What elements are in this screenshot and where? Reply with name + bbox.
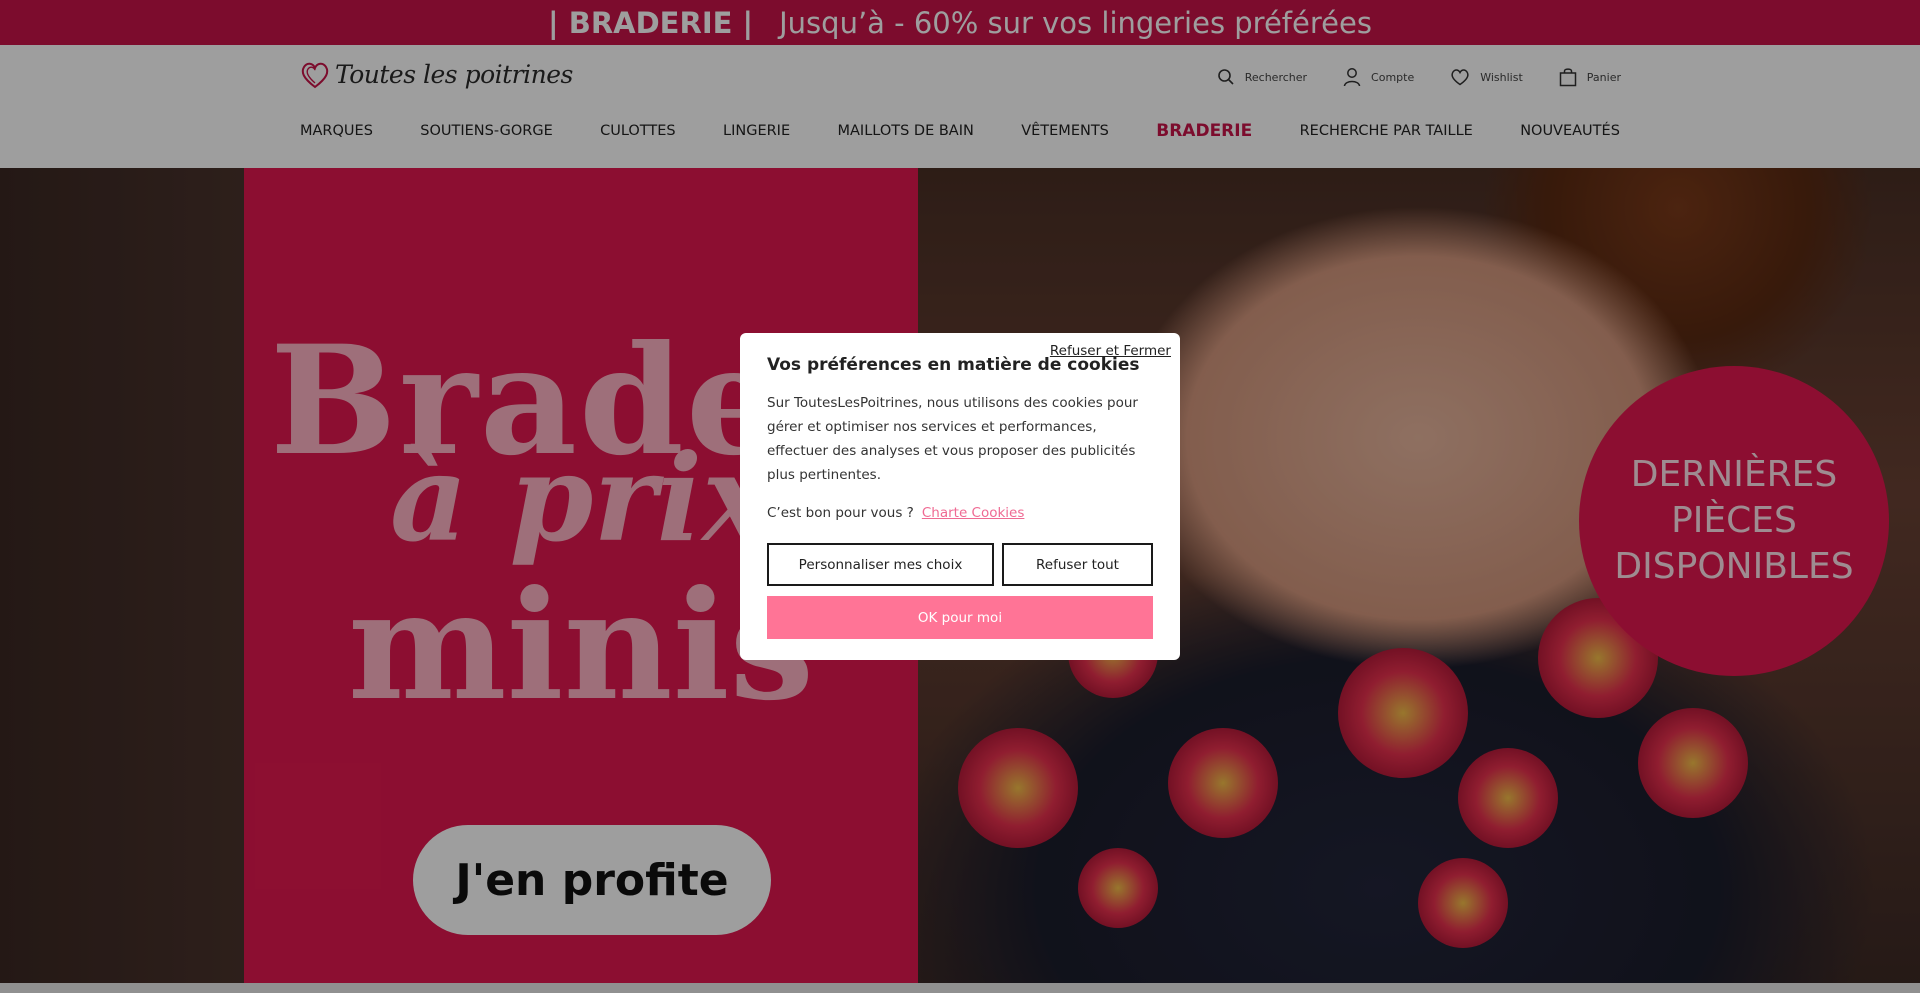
cookie-question: C’est bon pour vous ? Charte Cookies [767,505,1024,521]
customize-choices-button[interactable]: Personnaliser mes choix [767,543,994,586]
accept-cookies-button[interactable]: OK pour moi [767,596,1153,639]
cookie-consent-modal: Refuser et Fermer Vos préférences en mat… [740,333,1180,660]
cookie-question-text: C’est bon pour vous ? [767,505,914,521]
modal-backdrop-top [0,0,1920,45]
refuse-all-button[interactable]: Refuser tout [1002,543,1153,586]
cookie-policy-link[interactable]: Charte Cookies [922,505,1025,521]
cookie-modal-title: Vos préférences en matière de cookies [767,355,1140,375]
cookie-modal-text: Sur ToutesLesPoitrines, nous utilisons d… [767,395,1138,483]
